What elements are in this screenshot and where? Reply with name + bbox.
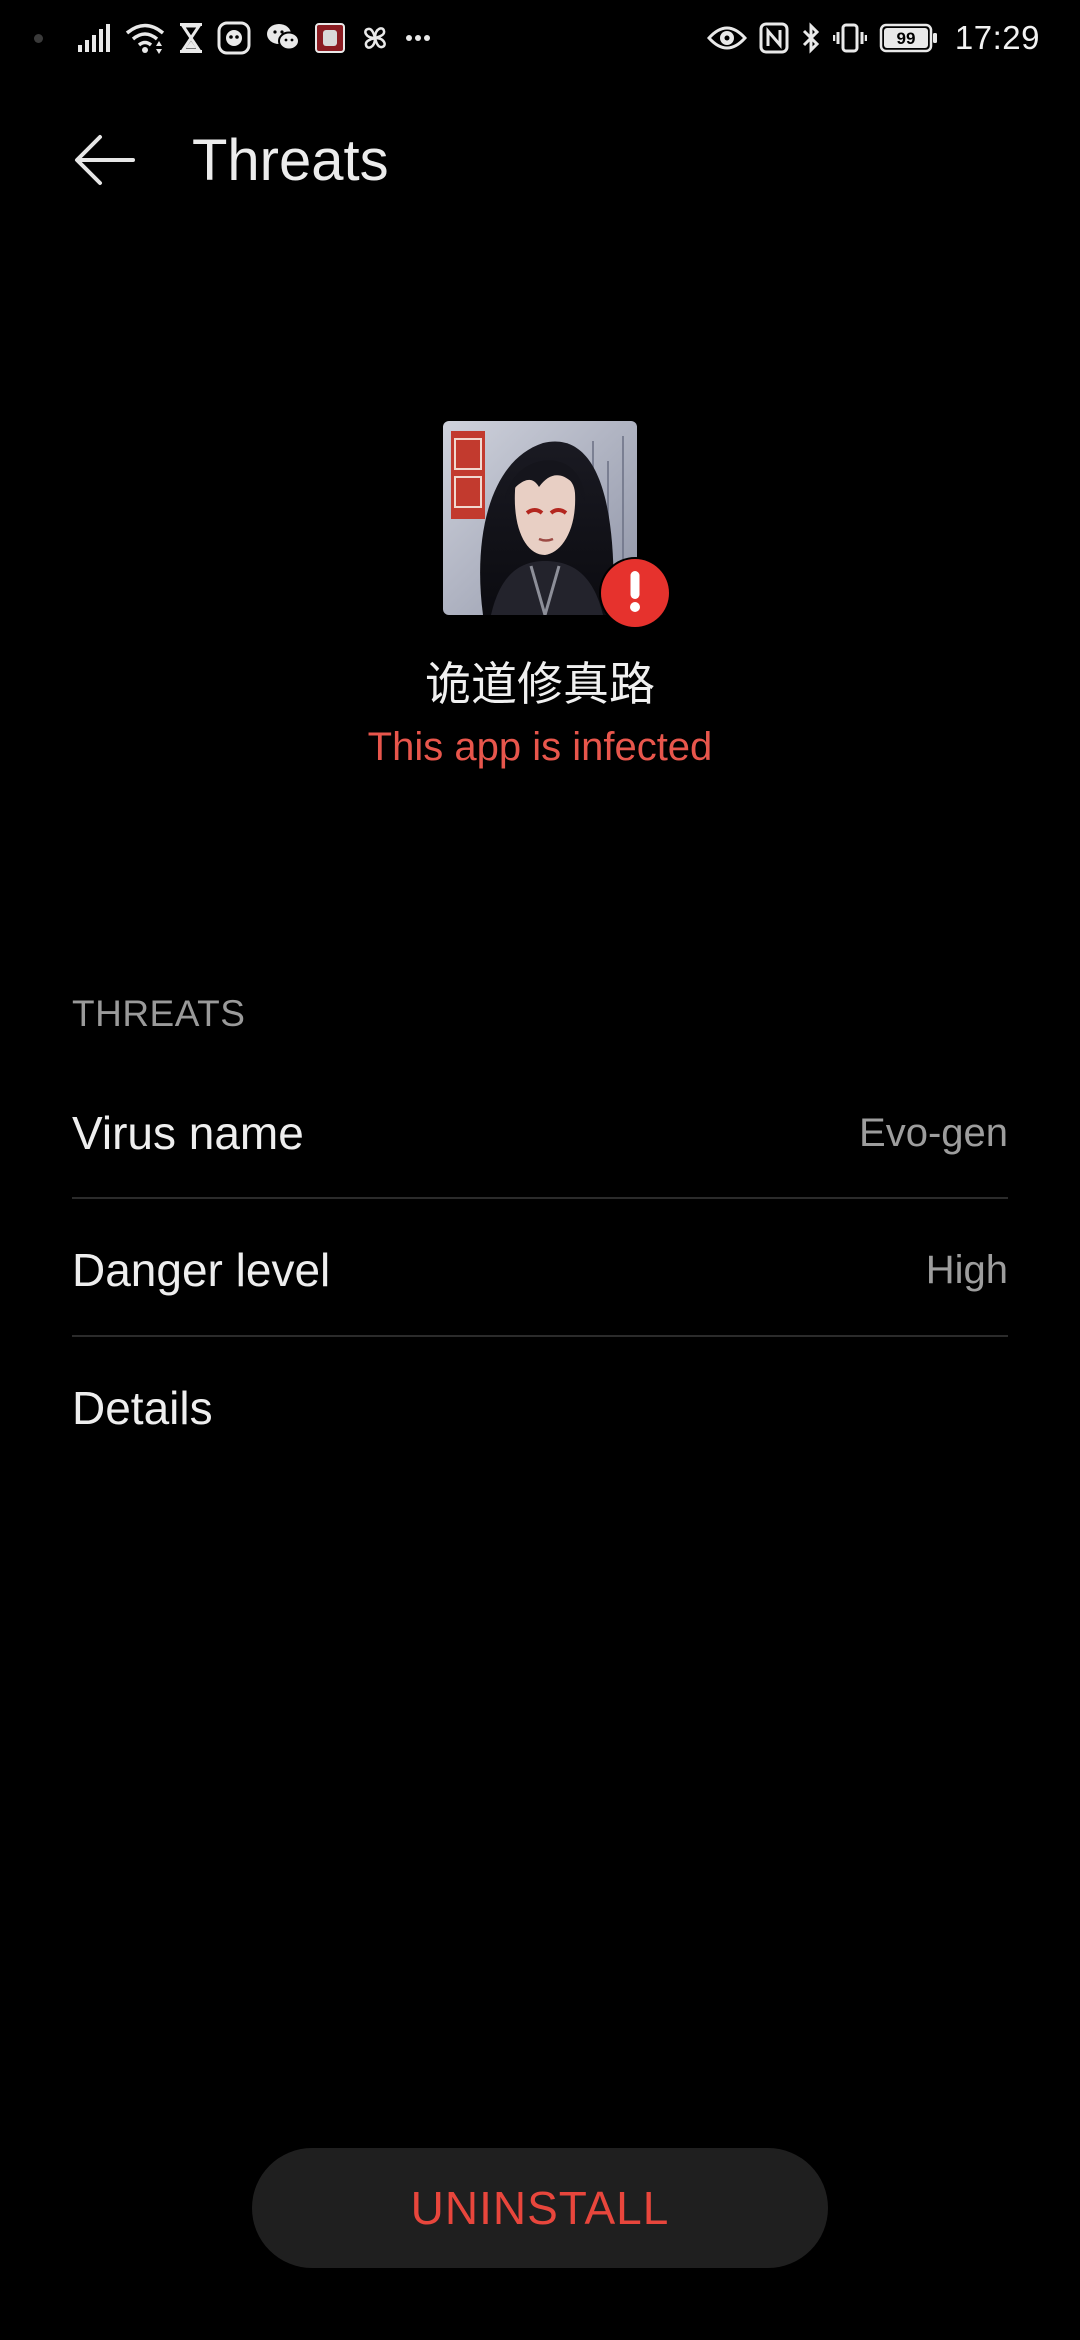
- pinwheel-icon: [359, 22, 391, 54]
- wifi-icon: [125, 22, 165, 54]
- arrow-left-icon: [73, 132, 137, 193]
- virus-name-label: Virus name: [72, 1107, 304, 1159]
- signal-icon: [77, 23, 111, 53]
- app-thumbnail-icon: [315, 23, 345, 53]
- status-bar: 99 17:29: [0, 0, 1080, 76]
- status-bar-right: 99 17:29: [706, 16, 1040, 60]
- nfc-icon: [759, 22, 789, 54]
- more-notifications-icon: [405, 33, 431, 43]
- status-bar-left: [34, 16, 431, 60]
- battery-icon: 99: [879, 22, 939, 54]
- hourglass-icon: [179, 22, 203, 54]
- uninstall-label: UNINSTALL: [410, 2182, 670, 2234]
- virus-name-row: Virus name Evo-gen: [72, 1064, 1008, 1202]
- clock-time: 17:29: [954, 19, 1040, 56]
- virus-name-value: Evo-gen: [859, 1110, 1008, 1155]
- exclamation-icon: [627, 569, 643, 618]
- uninstall-button[interactable]: UNINSTALL: [252, 2148, 828, 2268]
- eye-comfort-icon: [706, 24, 747, 52]
- danger-level-row: Danger level High: [72, 1201, 1008, 1339]
- details-label: Details: [72, 1382, 213, 1434]
- danger-level-label: Danger level: [72, 1244, 331, 1296]
- section-header-threats: THREATS: [72, 993, 246, 1034]
- bluetooth-icon: [801, 22, 821, 54]
- divider: [72, 1197, 1008, 1199]
- app-bar: Threats: [0, 108, 1080, 216]
- infection-status: This app is infected: [367, 725, 713, 769]
- vibrate-icon: [832, 22, 867, 54]
- divider: [72, 1335, 1008, 1337]
- warning-badge: [601, 559, 669, 627]
- danger-level-value: High: [925, 1247, 1008, 1292]
- app-icon-container: [443, 421, 669, 627]
- indicator-dot: [34, 33, 43, 43]
- details-row[interactable]: Details: [72, 1339, 1008, 1477]
- app-notification-icon: [217, 21, 251, 55]
- wechat-icon: [265, 22, 301, 54]
- app-name: 诡道修真路: [425, 658, 655, 710]
- back-button[interactable]: [70, 130, 140, 194]
- battery-level-text: 99: [896, 29, 915, 48]
- page-title: Threats: [192, 128, 389, 193]
